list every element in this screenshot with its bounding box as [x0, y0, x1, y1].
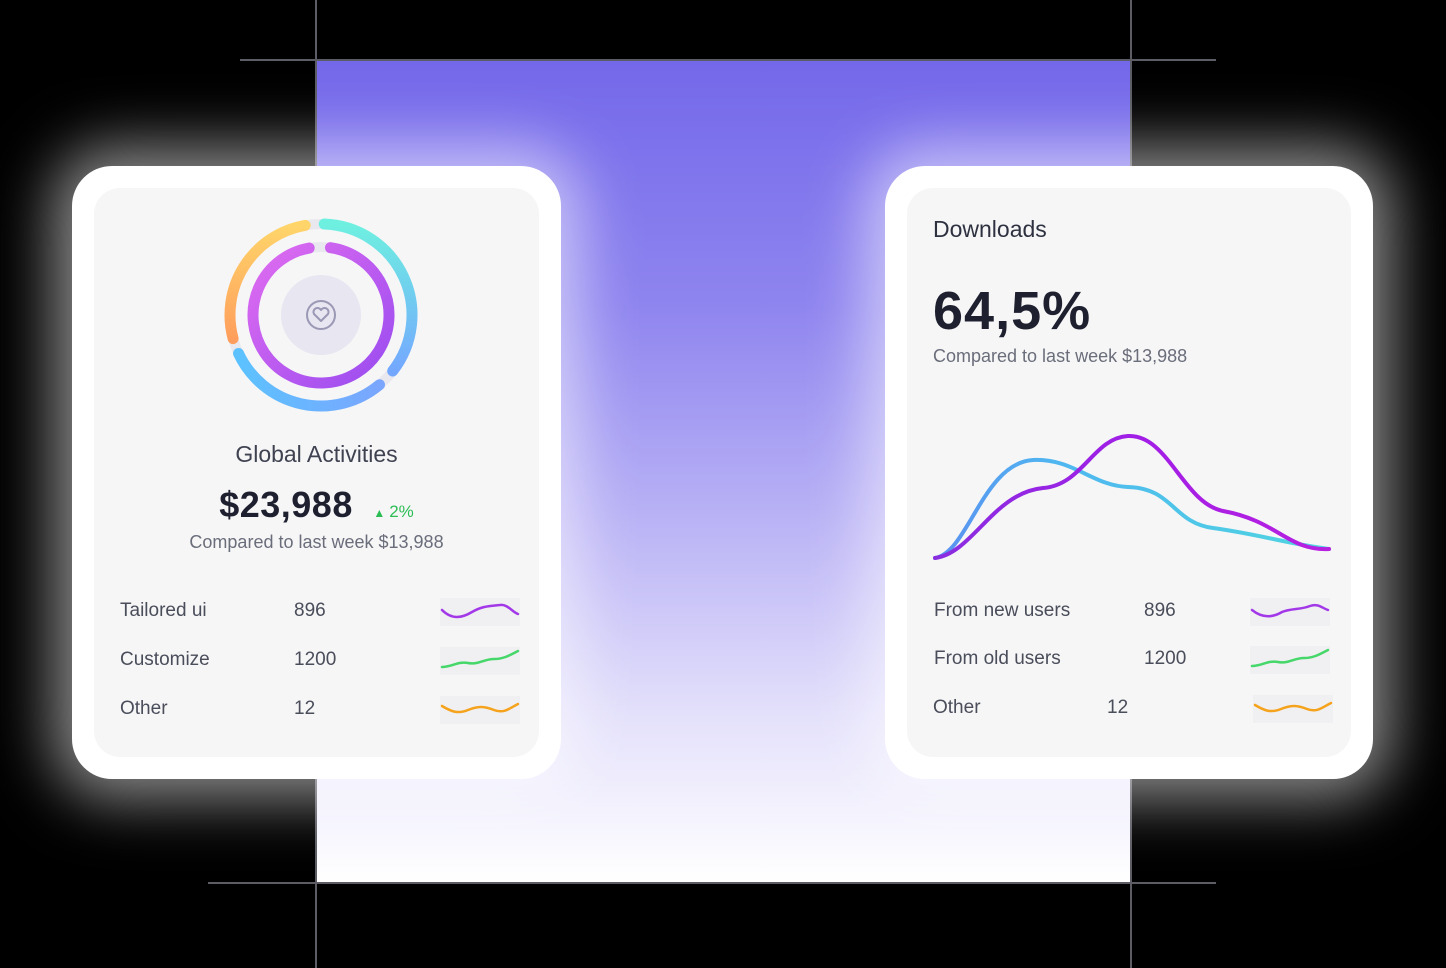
list-item: Customize 1200 — [120, 647, 520, 679]
list-item: Other 12 — [933, 695, 1333, 727]
sparkline — [440, 696, 520, 724]
up-triangle-icon: ▲ — [373, 506, 386, 520]
list-item: Tailored ui 896 — [120, 598, 520, 630]
delta-badge: ▲ 2% — [373, 502, 413, 521]
sparkline — [1250, 646, 1330, 674]
sparkline — [440, 647, 520, 675]
series-line-old-users — [933, 457, 1331, 560]
list-item-value: 896 — [294, 600, 326, 621]
list-item: Other 12 — [120, 696, 520, 728]
card-title: Global Activities — [235, 441, 398, 467]
list-item-value: 12 — [1107, 697, 1129, 718]
list-item-label: Other — [933, 697, 981, 718]
list-item-label: Customize — [120, 649, 210, 670]
downloads-line-chart — [933, 433, 1331, 560]
compare-text: Compared to last week $13,988 — [189, 532, 444, 552]
metric-row: $23,988 ▲ 2% — [94, 484, 539, 526]
metric-value: 64,5% — [933, 281, 1092, 341]
list-item-label: From old users — [934, 648, 1061, 669]
sparkline — [1250, 598, 1330, 626]
delta-value: 2% — [389, 502, 414, 521]
sparkline — [1253, 695, 1333, 723]
global-activities-card-body: Global Activities $23,988 ▲ 2% Compared t… — [94, 188, 539, 757]
sparkline — [440, 598, 520, 626]
list-item: From new users 896 — [934, 598, 1334, 630]
list-item-value: 12 — [294, 698, 316, 719]
list-item: From old users 1200 — [934, 646, 1334, 678]
list-item-label: From new users — [934, 600, 1071, 621]
global-activities-card: Global Activities $23,988 ▲ 2% Compared t… — [72, 166, 561, 779]
activity-ring-chart — [221, 215, 421, 415]
compare-text: Compared to last week $13,988 — [933, 346, 1188, 366]
downloads-card-body: Downloads 64,5% Compared to last week $1… — [907, 188, 1351, 757]
guide-line — [240, 59, 1216, 61]
list-item-value: 1200 — [1144, 648, 1187, 669]
list-item-value: 1200 — [294, 649, 337, 670]
guide-line — [208, 882, 1216, 884]
downloads-card: Downloads 64,5% Compared to last week $1… — [885, 166, 1373, 779]
list-item-label: Other — [120, 698, 168, 719]
metric-value: $23,988 — [219, 484, 353, 525]
list-item-value: 896 — [1144, 600, 1176, 621]
list-item-label: Tailored ui — [120, 600, 207, 621]
card-title: Downloads — [933, 216, 1047, 242]
